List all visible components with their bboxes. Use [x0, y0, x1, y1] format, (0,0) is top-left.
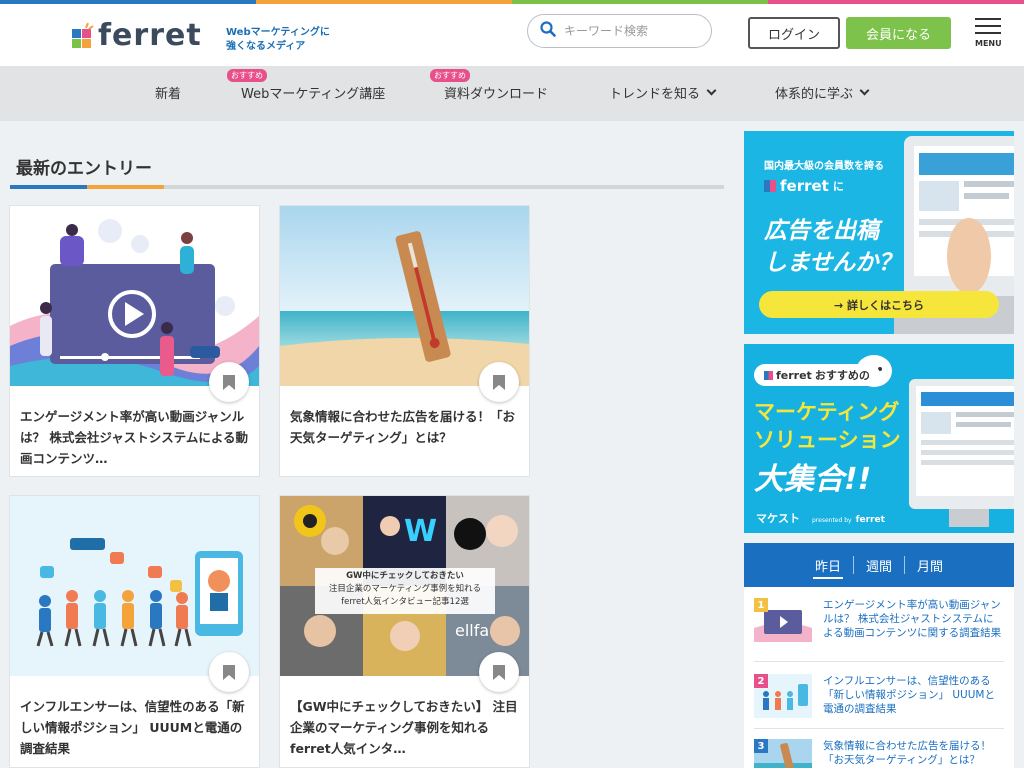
article-thumbnail[interactable]	[280, 206, 529, 386]
chevron-down-icon	[859, 85, 870, 96]
recommended-badge: おすすめ	[227, 69, 267, 82]
article-card[interactable]: 気象情報に合わせた広告を届ける！「お天気ターゲティング」とは？	[279, 205, 530, 477]
article-thumbnail[interactable]	[10, 496, 259, 676]
global-nav: 新着 おすすめ Webマーケティング講座 おすすめ 資料ダウンロード トレンドを…	[0, 66, 1024, 121]
bookmark-icon	[493, 664, 505, 680]
ad-banner-advertise[interactable]: 国内最大級の会員数を誇る ferret に 広告を出稿 しませんか？ → 詳しく…	[744, 131, 1014, 334]
login-button[interactable]: ログイン	[748, 17, 840, 49]
bookmark-icon	[223, 664, 235, 680]
ad1-subline: 国内最大級の会員数を誇る	[764, 161, 884, 172]
ranking-item[interactable]: 2 インフルエンサーは、信望性のある「新しい情報ポジション」 UUUMと電通の調…	[754, 674, 1004, 718]
ranking-thumbnail[interactable]: 3	[754, 739, 812, 768]
tagline: Webマーケティングに 強くなるメディア	[226, 27, 330, 52]
nav-item-new[interactable]: 新着	[155, 83, 181, 102]
rank-number: 3	[754, 739, 768, 753]
search-icon[interactable]	[540, 21, 556, 41]
article-card[interactable]: W ellface GW中にチェックしておきたい 注目企業のマーケティング事例を…	[279, 495, 530, 768]
ferret-logo-icon	[72, 22, 94, 49]
rank-number: 2	[754, 674, 768, 688]
logo-text: ferret	[98, 18, 202, 53]
tab-yesterday[interactable]: 昨日	[803, 543, 853, 587]
ferret-logo-icon	[764, 370, 773, 380]
recommended-badge: おすすめ	[430, 69, 470, 82]
chevron-down-icon	[706, 85, 717, 96]
ferret-logo-icon	[764, 180, 776, 192]
section-divider	[10, 185, 724, 189]
join-button[interactable]: 会員になる	[846, 17, 951, 49]
ad2-headline-2: ソリューション	[754, 428, 901, 452]
article-thumbnail[interactable]	[10, 206, 259, 386]
rank-number: 1	[754, 598, 768, 612]
hamburger-icon	[975, 18, 1003, 34]
ranking-tabs: 昨日 週間 月間	[744, 543, 1014, 587]
article-thumbnail[interactable]: W ellface GW中にチェックしておきたい 注目企業のマーケティング事例を…	[280, 496, 529, 676]
tab-weekly[interactable]: 週間	[854, 543, 904, 587]
bookmark-icon	[493, 374, 505, 390]
ranking-item[interactable]: 3 気象情報に合わせた広告を届ける！「お天気ターゲティング」とは？	[754, 739, 1004, 768]
tab-monthly[interactable]: 月間	[905, 543, 955, 587]
nav-item-trends[interactable]: トレンドを知る	[609, 83, 717, 102]
bookmark-icon	[223, 374, 235, 390]
search-input[interactable]	[564, 24, 704, 38]
bookmark-button[interactable]	[479, 652, 519, 692]
bookmark-button[interactable]	[209, 362, 249, 402]
ad2-footer: マケスト presented by ferret	[756, 512, 885, 525]
ad1-brand: ferret に	[764, 177, 844, 195]
ad2-headline-3: 大集合!!	[754, 462, 872, 497]
section-title: 最新のエントリー	[16, 159, 152, 179]
ranking-title[interactable]: 気象情報に合わせた広告を届ける！「お天気ターゲティング」とは？	[823, 739, 1003, 768]
ranking-thumbnail[interactable]: 1	[754, 598, 812, 642]
article-card[interactable]: エンゲージメント率が高い動画ジャンルは？ 株式会社ジャストシステムによる動画コン…	[9, 205, 260, 477]
neon-sign: W	[404, 514, 437, 549]
thumbnail-overlay-caption: GW中にチェックしておきたい 注目企業のマーケティング事例を知れる ferret…	[315, 568, 495, 614]
bookmark-button[interactable]	[479, 362, 519, 402]
ad1-headline-1: 広告を出稿	[764, 218, 879, 244]
bookmark-button[interactable]	[209, 652, 249, 692]
ad1-headline-2: しませんか？	[764, 250, 902, 276]
ranking-title[interactable]: エンゲージメント率が高い動画ジャンルは？ 株式会社ジャストシステムによる動画コン…	[823, 598, 1003, 642]
ad-banner-solutions[interactable]: ferret おすすめの マーケティング ソリューション 大集合!! マケスト …	[744, 344, 1014, 533]
article-card[interactable]: インフルエンサーは、信望性のある「新しい情報ポジション」 UUUMと電通の調査結…	[9, 495, 260, 768]
ad1-cta-button[interactable]: → 詳しくはこちら	[759, 291, 999, 318]
ranking-thumbnail[interactable]: 2	[754, 674, 812, 718]
nav-item-downloads[interactable]: おすすめ 資料ダウンロード	[430, 69, 548, 102]
nav-item-web-marketing-course[interactable]: おすすめ Webマーケティング講座	[227, 69, 385, 102]
site-header: ferret Webマーケティングに 強くなるメディア ログイン 会員になる M…	[0, 4, 1024, 66]
ferret-logo[interactable]: ferret	[72, 18, 202, 53]
nav-item-learn[interactable]: 体系的に学ぶ	[775, 83, 870, 102]
menu-button[interactable]: MENU	[975, 18, 1003, 48]
search-box[interactable]	[527, 14, 712, 48]
ranking-item[interactable]: 1 エンゲージメント率が高い動画ジャンルは？ 株式会社ジャストシステムによる動画…	[754, 598, 1004, 642]
ranking-widget: 昨日 週間 月間 1 エンゲージメント率が高い動画ジャンルは？ 株式会社ジャスト…	[744, 543, 1014, 768]
ad2-brand-pill: ferret おすすめの	[754, 364, 880, 386]
ad2-headline-1: マーケティング	[754, 400, 900, 424]
menu-label: MENU	[975, 39, 1002, 48]
ranking-title[interactable]: インフルエンサーは、信望性のある「新しい情報ポジション」 UUUMと電通の調査結…	[823, 674, 1003, 718]
